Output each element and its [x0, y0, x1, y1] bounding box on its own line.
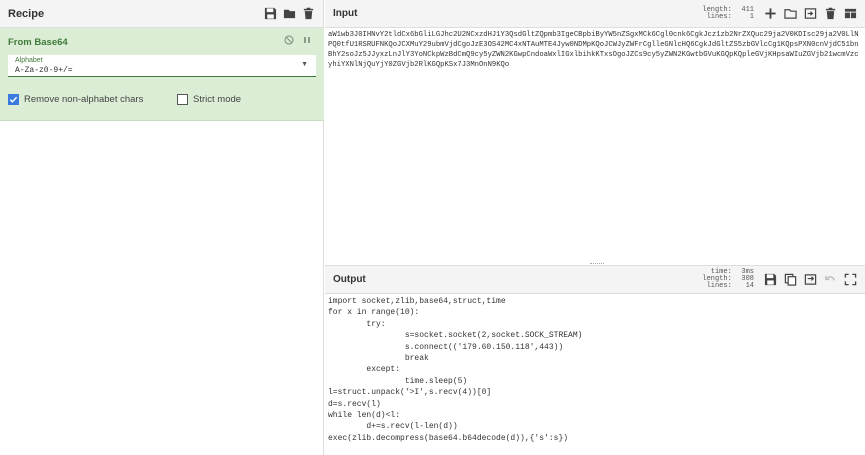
- output-title: Output: [333, 274, 366, 285]
- add-tab-icon[interactable]: [764, 7, 777, 20]
- clear-recipe-icon[interactable]: [302, 7, 315, 20]
- checkbox-unchecked-icon[interactable]: [177, 94, 188, 105]
- alphabet-label: Alphabet: [15, 57, 43, 64]
- recipe-panel: Recipe From Base64 Alphabet A-Za-z0-9+/=…: [0, 0, 324, 455]
- copy-output-icon[interactable]: [784, 273, 797, 286]
- load-recipe-icon[interactable]: [283, 7, 296, 20]
- remove-non-alphabet-label: Remove non-alphabet chars: [24, 94, 144, 105]
- input-title: Input: [333, 8, 358, 19]
- input-lines-value: 1: [749, 12, 754, 21]
- output-header: Output time: 3ms length: 308 lines: 14: [325, 266, 865, 294]
- reset-layout-icon[interactable]: [844, 7, 857, 20]
- output-textarea[interactable]: import socket,zlib,base64,struct,time fo…: [328, 296, 862, 444]
- output-lines-value: 14: [745, 282, 754, 290]
- pause-operation-icon[interactable]: [302, 35, 312, 48]
- undo-icon[interactable]: [824, 273, 837, 286]
- operation-from-base64[interactable]: From Base64 Alphabet A-Za-z0-9+/= ▼ Remo…: [0, 28, 324, 121]
- checkbox-checked-icon[interactable]: [8, 94, 19, 105]
- remove-non-alphabet-checkbox[interactable]: Remove non-alphabet chars: [8, 94, 143, 105]
- output-panel: Output time: 3ms length: 308 lines: 14 i…: [325, 266, 865, 455]
- save-output-icon[interactable]: [764, 273, 777, 286]
- clear-input-icon[interactable]: [824, 7, 837, 20]
- open-folder-icon[interactable]: [784, 7, 797, 20]
- recipe-header: Recipe: [0, 0, 323, 28]
- output-lines-label: lines:: [706, 282, 732, 290]
- input-lines-label: lines:: [706, 12, 732, 21]
- maximize-icon[interactable]: [844, 273, 857, 286]
- input-header: Input length: 411 lines: 1: [325, 0, 865, 28]
- disable-operation-icon[interactable]: [284, 35, 294, 48]
- alphabet-select[interactable]: Alphabet A-Za-z0-9+/= ▼: [8, 55, 316, 77]
- input-textarea[interactable]: aW1wb3J0IHNvY2tldCx6bGliLGJhc2U2NCxzdHJ1…: [328, 30, 862, 70]
- alphabet-value: A-Za-z0-9+/=: [15, 66, 73, 75]
- output-stats: time: 3ms length: 308 lines: 14: [702, 269, 754, 290]
- input-stats: length: 411 lines: 1: [702, 6, 754, 21]
- input-panel: Input length: 411 lines: 1 aW1wb3J0IHNvY…: [325, 0, 865, 265]
- recipe-title: Recipe: [8, 7, 45, 20]
- open-file-icon[interactable]: [804, 7, 817, 20]
- operation-title: From Base64: [8, 37, 68, 48]
- strict-mode-checkbox[interactable]: Strict mode: [177, 94, 241, 105]
- strict-mode-label: Strict mode: [193, 94, 242, 105]
- chevron-down-icon[interactable]: ▼: [301, 61, 308, 68]
- replace-input-icon[interactable]: [804, 273, 817, 286]
- save-recipe-icon[interactable]: [264, 7, 277, 20]
